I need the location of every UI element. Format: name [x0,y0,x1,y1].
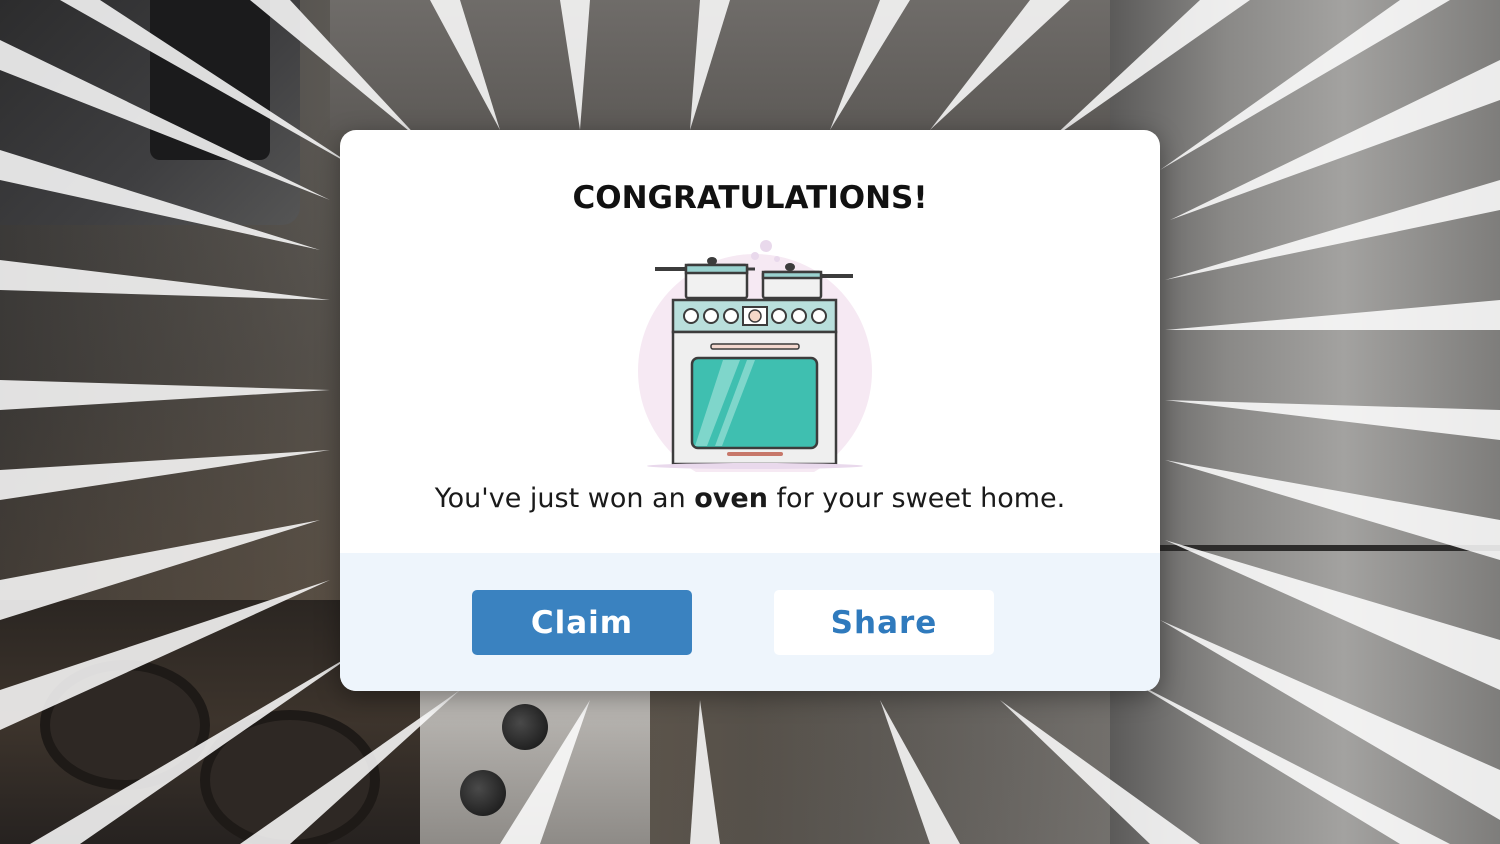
prize-message: You've just won an oven for your sweet h… [340,483,1160,514]
oven-icon [638,240,872,472]
claim-button[interactable]: Claim [472,590,692,655]
share-button[interactable]: Share [774,590,994,655]
message-suffix: for your sweet home. [767,483,1066,514]
dialog-title: CONGRATULATIONS! [572,180,928,216]
screen: CONGRATULATIONS! You've just won an oven… [0,0,1500,844]
prize-name: oven [694,483,768,514]
message-prefix: You've just won an [434,483,695,514]
dialog-footer: Claim Share [340,553,1160,691]
congratulations-dialog: CONGRATULATIONS! You've just won an oven… [340,130,1160,691]
